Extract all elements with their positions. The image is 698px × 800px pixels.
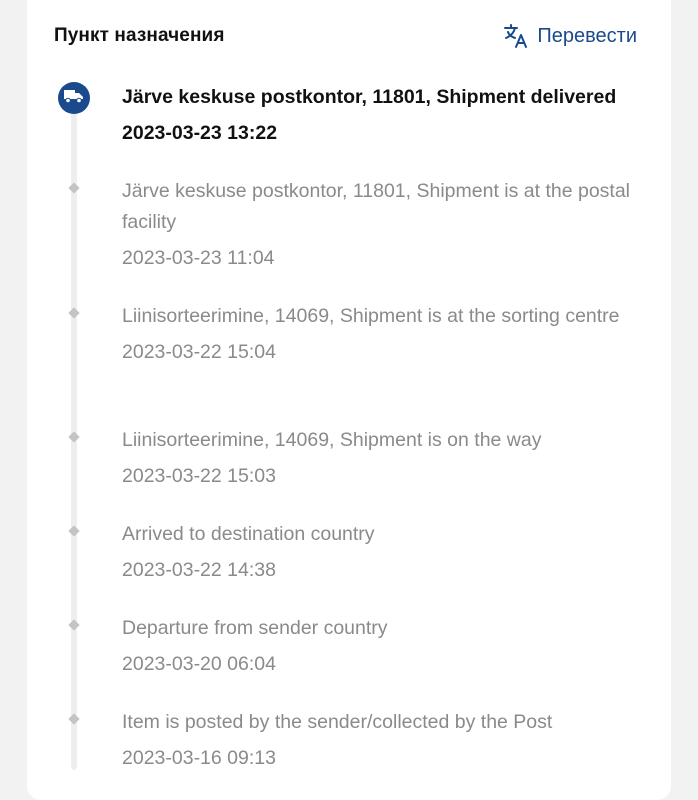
- event-status: Item is posted by the sender/collected b…: [122, 711, 553, 733]
- tracking-card: Пункт назначения Перевести Järve keskuse…: [27, 0, 671, 800]
- event-time: 2023-03-22 14:38: [122, 559, 276, 581]
- timeline-event: Item is posted by the sender/collected b…: [122, 707, 641, 774]
- event-status: Liinisorteerimine, 14069, Shipment is on…: [122, 429, 542, 451]
- event-time: 2023-03-22 15:03: [122, 465, 276, 487]
- event-status: Liinisorteerimine, 14069, Shipment is at…: [122, 305, 620, 327]
- section-title: Пункт назначения: [54, 25, 225, 46]
- timeline-event: Arrived to destination country 2023-03-2…: [122, 519, 641, 586]
- event-time: 2023-03-16 09:13: [122, 747, 276, 769]
- event-time: 2023-03-22 15:04: [122, 341, 276, 363]
- timeline-event: Järve keskuse postkontor, 11801, Shipmen…: [122, 176, 641, 274]
- timeline-event: Liinisorteerimine, 14069, Shipment is on…: [122, 425, 641, 492]
- translate-label: Перевести: [537, 24, 637, 47]
- timeline-event-current: Järve keskuse postkontor, 11801, Shipmen…: [122, 82, 641, 149]
- translate-button[interactable]: Перевести: [503, 23, 637, 49]
- current-status-marker: [58, 82, 90, 114]
- timeline-event: Liinisorteerimine, 14069, Shipment is at…: [122, 301, 641, 368]
- event-status: Arrived to destination country: [122, 523, 375, 545]
- event-status: Järve keskuse postkontor, 11801, Shipmen…: [122, 86, 617, 108]
- truck-icon: [64, 88, 84, 109]
- event-time: 2023-03-23 13:22: [122, 122, 278, 144]
- event-status: Järve keskuse postkontor, 11801, Shipmen…: [122, 180, 631, 233]
- event-time: 2023-03-20 06:04: [122, 653, 276, 675]
- card-header: Пункт назначения Перевести: [54, 20, 637, 52]
- timeline-event: Departure from sender country 2023-03-20…: [122, 613, 641, 680]
- event-status: Departure from sender country: [122, 617, 388, 639]
- translate-icon: [503, 23, 529, 49]
- event-time: 2023-03-23 11:04: [122, 247, 275, 269]
